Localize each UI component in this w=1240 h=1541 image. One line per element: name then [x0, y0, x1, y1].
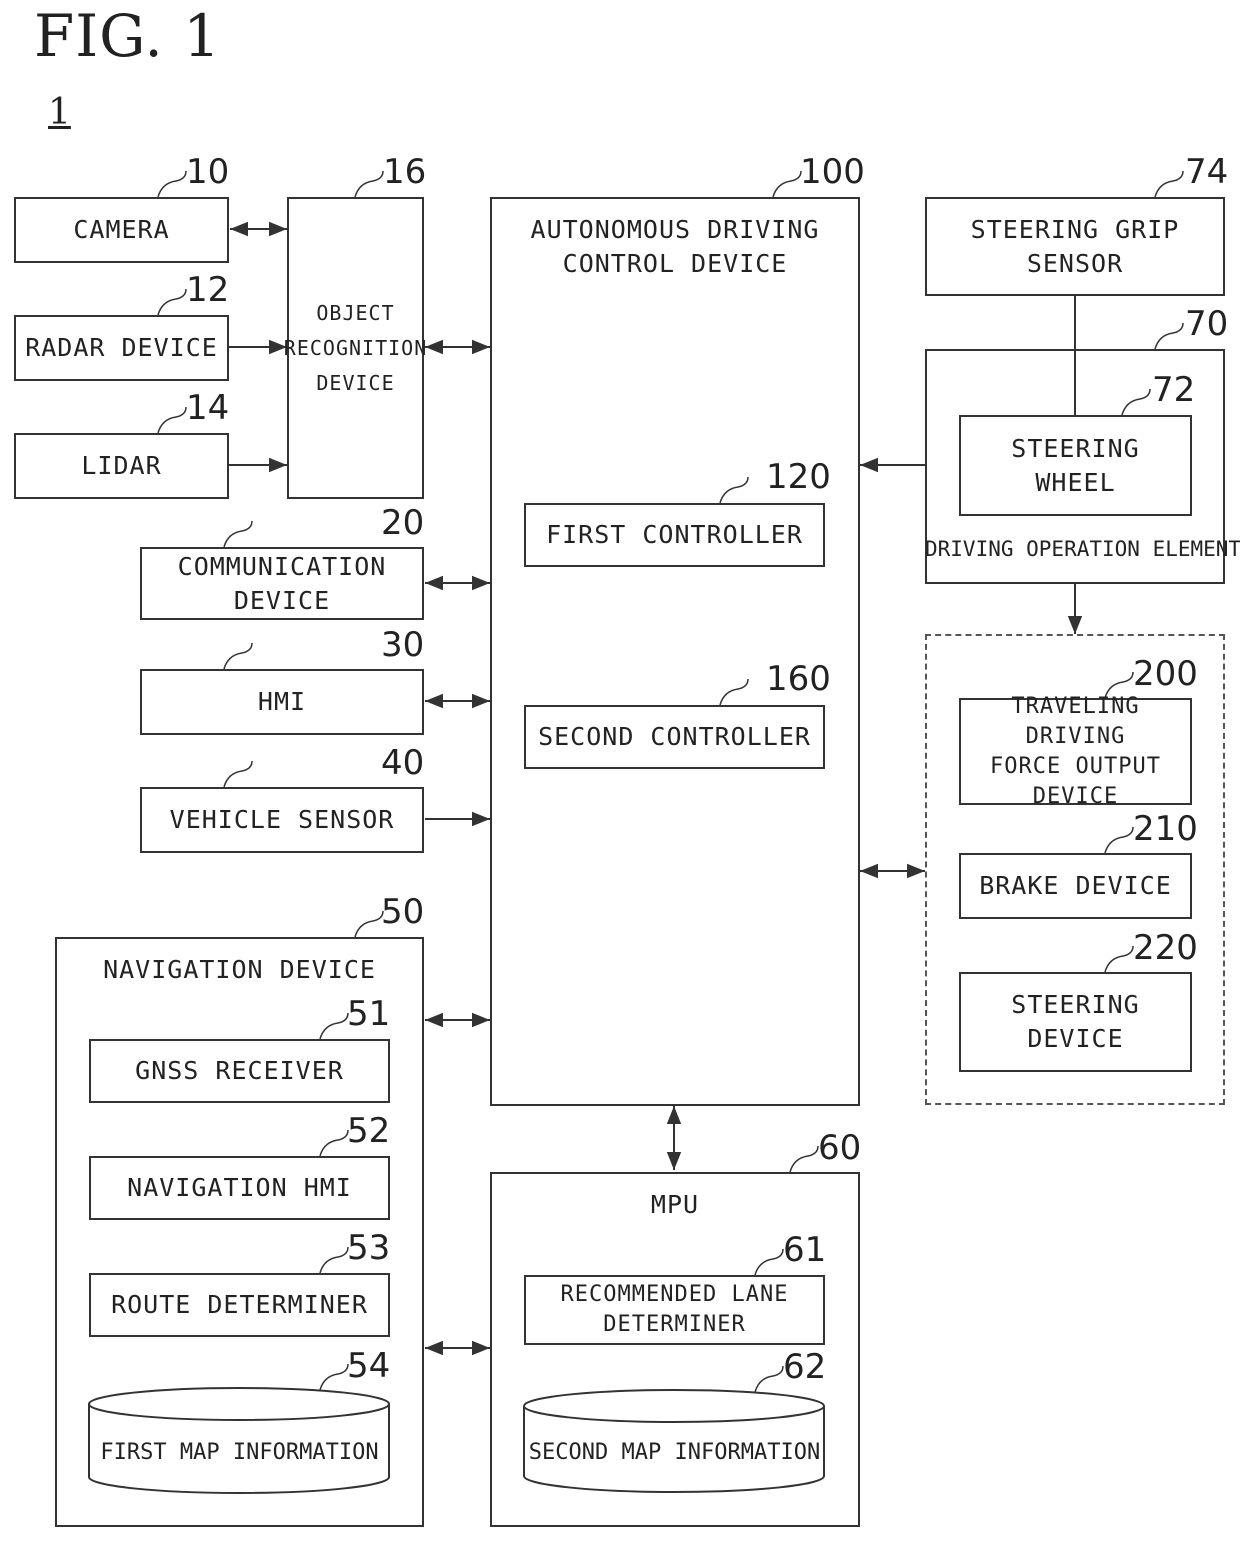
ref-navigation: 50 — [381, 892, 425, 932]
ref-nav-hmi: 52 — [347, 1111, 391, 1151]
ref-steering-device: 220 — [1133, 928, 1198, 968]
hmi-block: HMI — [140, 669, 424, 735]
figure-title: FIG. 1 — [34, 2, 222, 70]
autonomous-driving-control-device-block: AUTONOMOUS DRIVING CONTROL DEVICE — [490, 197, 860, 1106]
ref-communication: 20 — [381, 503, 425, 543]
second-map-information-label: SECOND MAP INFORMATION — [528, 1440, 821, 1465]
brake-device-block: BRAKE DEVICE — [959, 853, 1192, 919]
vehicle-sensor-block: VEHICLE SENSOR — [140, 787, 424, 853]
camera-block: CAMERA — [14, 197, 229, 263]
ref-radar: 12 — [186, 270, 230, 310]
navigation-hmi-block: NAVIGATION HMI — [89, 1156, 390, 1220]
communication-device-block: COMMUNICATION DEVICE — [140, 547, 424, 620]
ref-second-map: 62 — [783, 1347, 827, 1387]
route-determiner-block: ROUTE DETERMINER — [89, 1273, 390, 1337]
recommended-lane-determiner-block: RECOMMENDED LANE DETERMINER — [524, 1275, 825, 1345]
ref-lane: 61 — [783, 1230, 827, 1270]
object-recognition-device-block: OBJECT RECOGNITION DEVICE — [284, 197, 426, 499]
ref-mpu: 60 — [818, 1128, 862, 1168]
ref-camera: 10 — [186, 152, 230, 192]
radar-device-block: RADAR DEVICE — [14, 315, 229, 381]
ref-lidar: 14 — [186, 388, 230, 428]
ref-adcd: 100 — [800, 152, 865, 192]
second-controller-block: SECOND CONTROLLER — [524, 705, 825, 769]
ref-first-controller: 120 — [766, 457, 831, 497]
ref-traveling-force: 200 — [1133, 654, 1198, 694]
ref-route: 53 — [347, 1228, 391, 1268]
ref-vehicle-sensor: 40 — [381, 743, 425, 783]
ref-second-controller: 160 — [766, 659, 831, 699]
driving-operation-element-label: DRIVING OPERATION ELEMENT — [925, 537, 1240, 561]
steering-device-block: STEERING DEVICE — [959, 972, 1192, 1072]
ref-object-recognition: 16 — [383, 152, 427, 192]
ref-hmi: 30 — [381, 625, 425, 665]
gnss-receiver-block: GNSS RECEIVER — [89, 1039, 390, 1103]
ref-grip-sensor: 74 — [1185, 152, 1229, 192]
first-map-information-label: FIRST MAP INFORMATION — [100, 1440, 379, 1465]
traveling-driving-force-output-device-block: TRAVELING DRIVING FORCE OUTPUT DEVICE — [959, 694, 1192, 809]
steering-grip-sensor-block: STEERING GRIP SENSOR — [925, 197, 1225, 296]
ref-steering-wheel: 72 — [1152, 370, 1196, 410]
steering-wheel-block: STEERING WHEEL — [959, 415, 1192, 516]
system-reference: 1 — [48, 92, 71, 133]
lidar-block: LIDAR — [14, 433, 229, 499]
ref-driving-op: 70 — [1185, 304, 1229, 344]
ref-brake: 210 — [1133, 809, 1198, 849]
first-controller-block: FIRST CONTROLLER — [524, 503, 825, 567]
ref-first-map: 54 — [347, 1346, 391, 1386]
ref-gnss: 51 — [347, 994, 391, 1034]
